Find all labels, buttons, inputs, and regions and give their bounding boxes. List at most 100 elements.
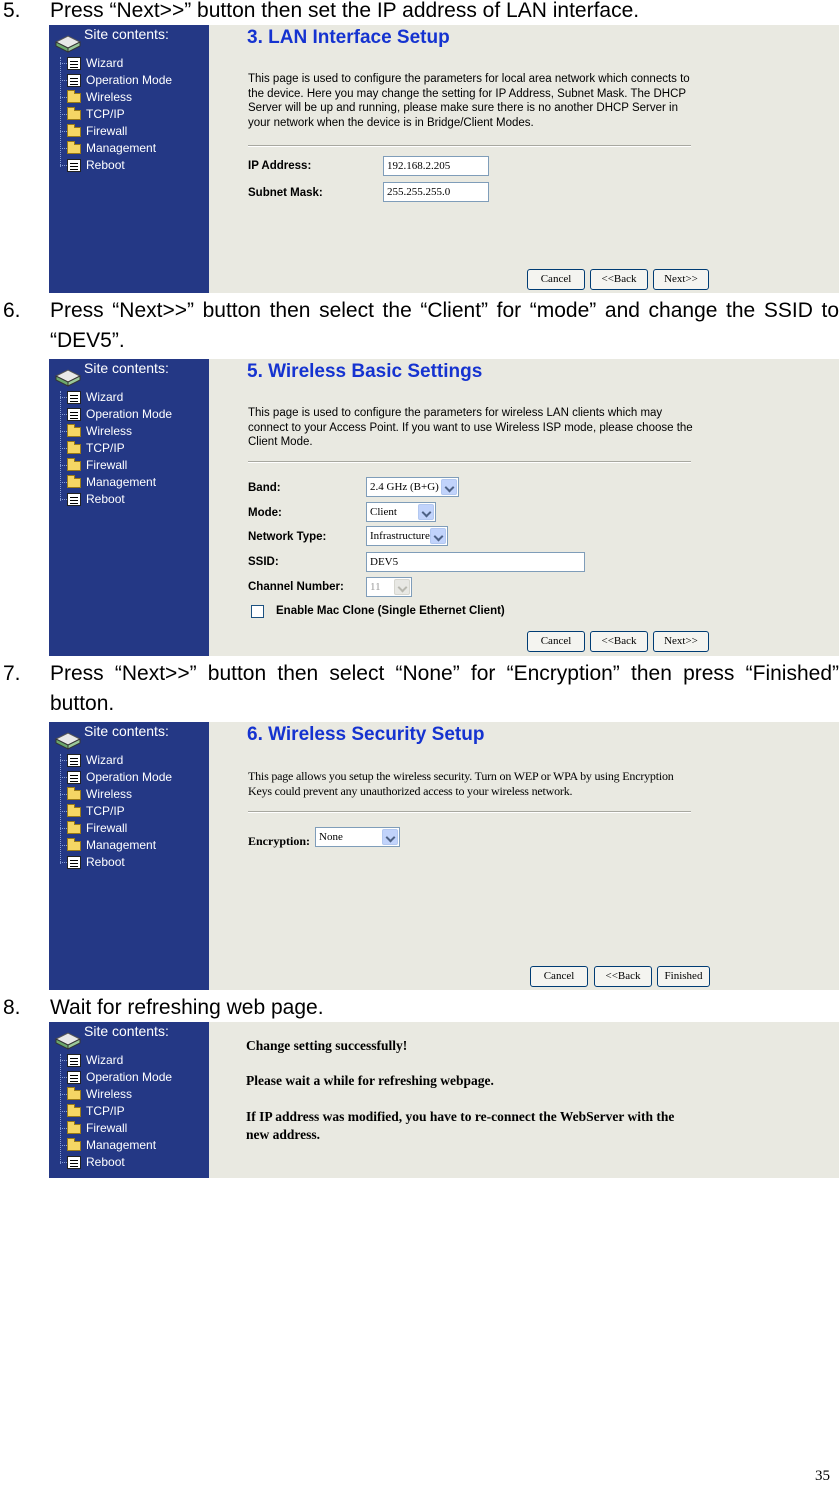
step-text: Press “Next>>” button then select “None”… [50,662,839,715]
sidebar-item-wizard[interactable]: Wizard [59,389,172,406]
sidebar-item-tcpip[interactable]: TCP/IP [59,106,172,123]
sidebar-item-tcpip[interactable]: TCP/IP [59,803,172,820]
chevron-down-icon [382,829,398,845]
sidebar: Site contents: Wizard Operation Mode Wir… [49,722,209,990]
document-icon [67,391,81,404]
screenshot-lan-setup: Site contents: Wizard Operation Mode Wir… [49,25,839,293]
mode-select[interactable]: Client [366,502,436,522]
back-button[interactable]: <<Back [594,966,652,987]
sidebar-item-management[interactable]: Management [59,140,172,157]
security-content: 6. Wireless Security Setup This page all… [209,722,839,990]
sidebar-item-firewall[interactable]: Firewall [59,123,172,140]
next-button[interactable]: Next>> [653,269,709,290]
cancel-button[interactable]: Cancel [530,966,588,987]
sidebar-menu: Wizard Operation Mode Wireless TCP/IP Fi… [59,752,172,871]
step-text: Press “Next>>” button then set the IP ad… [50,0,640,22]
step-number: 6. [3,299,21,322]
sidebar-item-firewall[interactable]: Firewall [59,1120,172,1137]
chevron-down-icon [418,504,434,520]
step-number: 7. [3,662,21,685]
sidebar-item-wireless[interactable]: Wireless [59,786,172,803]
encryption-label: Encryption: [248,834,311,848]
sidebar-item-firewall[interactable]: Firewall [59,457,172,474]
encryption-select[interactable]: None [315,827,400,847]
document-icon [67,771,81,784]
sidebar-item-reboot[interactable]: Reboot [59,854,172,871]
band-select[interactable]: 2.4 GHz (B+G) [366,477,459,497]
sidebar-item-management[interactable]: Management [59,1137,172,1154]
divider [248,811,691,813]
sidebar: Site contents: Wizard Operation Mode Wir… [49,25,209,293]
sidebar-menu: Wizard Operation Mode Wireless TCP/IP Fi… [59,1052,172,1171]
divider [248,145,691,147]
mac-clone-checkbox[interactable] [251,605,264,618]
screenshot-wireless-security: Site contents: Wizard Operation Mode Wir… [49,722,839,990]
router-icon [54,1032,82,1050]
sidebar-item-operation-mode[interactable]: Operation Mode [59,769,172,786]
wait-message: Please wait a while for refreshing webpa… [246,1073,494,1088]
document-icon [67,1071,81,1084]
subnet-mask-field[interactable]: 255.255.255.0 [383,182,489,202]
sidebar-item-reboot[interactable]: Reboot [59,491,172,508]
sidebar-item-reboot[interactable]: Reboot [59,1154,172,1171]
page-description: This page is used to configure the param… [248,407,693,449]
folder-icon [67,838,81,851]
sidebar-item-wireless[interactable]: Wireless [59,423,172,440]
router-icon [54,35,82,53]
network-type-select[interactable]: Infrastructure [366,526,448,546]
folder-icon [67,787,81,800]
cancel-button[interactable]: Cancel [527,269,585,290]
sidebar-item-tcpip[interactable]: TCP/IP [59,440,172,457]
sidebar-item-reboot[interactable]: Reboot [59,157,172,174]
folder-icon [67,424,81,437]
channel-number-label: Channel Number: [248,581,344,593]
success-message: Change setting successfully! [246,1038,408,1053]
channel-select[interactable]: 11 [366,577,412,597]
sidebar-title: Site contents: [84,360,169,376]
page-description: This page allows you setup the wireless … [248,769,674,798]
folder-icon [67,141,81,154]
sidebar-item-operation-mode[interactable]: Operation Mode [59,1069,172,1086]
step-text: Press “Next>>” button then select the “C… [50,299,839,352]
document-icon [67,408,81,421]
back-button[interactable]: <<Back [590,269,648,290]
sidebar-item-management[interactable]: Management [59,474,172,491]
divider [248,461,691,463]
step-number: 5. [3,0,21,22]
finished-button[interactable]: Finished [657,966,710,987]
sidebar-item-wireless[interactable]: Wireless [59,89,172,106]
band-label: Band: [248,482,281,494]
sidebar-item-operation-mode[interactable]: Operation Mode [59,406,172,423]
sidebar-title: Site contents: [84,1023,169,1039]
folder-icon [67,1138,81,1151]
mac-clone-label: Enable Mac Clone (Single Ethernet Client… [276,605,505,617]
sidebar-item-operation-mode[interactable]: Operation Mode [59,72,172,89]
sidebar-item-management[interactable]: Management [59,837,172,854]
sidebar-item-wizard[interactable]: Wizard [59,752,172,769]
ip-address-label: IP Address: [248,160,312,172]
sidebar: Site contents: Wizard Operation Mode Wir… [49,1022,209,1178]
sidebar-item-wizard[interactable]: Wizard [59,1052,172,1069]
screenshot-refreshing: Site contents: Wizard Operation Mode Wir… [49,1022,839,1178]
document-icon [67,493,81,506]
sidebar-menu: Wizard Operation Mode Wireless TCP/IP Fi… [59,389,172,508]
lan-content: 3. LAN Interface Setup This page is used… [209,25,839,293]
chevron-down-icon [441,479,457,495]
page-description: This page is used to configure the param… [248,73,690,129]
folder-icon [67,804,81,817]
next-button[interactable]: Next>> [653,631,709,652]
cancel-button[interactable]: Cancel [527,631,585,652]
folder-icon [67,821,81,834]
sidebar-item-firewall[interactable]: Firewall [59,820,172,837]
sidebar-item-wizard[interactable]: Wizard [59,55,172,72]
sidebar: Site contents: Wizard Operation Mode Wir… [49,359,209,656]
mode-label: Mode: [248,507,282,519]
sidebar-item-wireless[interactable]: Wireless [59,1086,172,1103]
router-icon [54,732,82,750]
step-6: 6. Press “Next>>” button then select the… [0,296,839,358]
ip-address-field[interactable]: 192.168.2.205 [383,156,489,176]
back-button[interactable]: <<Back [590,631,648,652]
ssid-field[interactable]: DEV5 [366,552,585,572]
sidebar-item-tcpip[interactable]: TCP/IP [59,1103,172,1120]
page-title: 3. LAN Interface Setup [247,27,450,48]
